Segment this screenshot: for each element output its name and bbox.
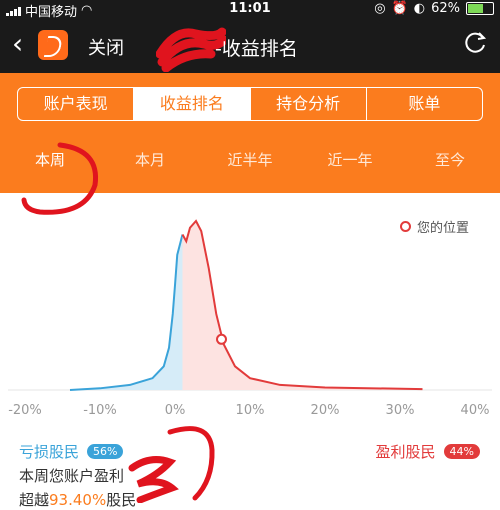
status-right: ◎ ⏰ ◐ 62% — [374, 1, 494, 16]
summary-percent: 93.40% — [49, 491, 107, 509]
tab-holdings-analysis[interactable]: 持仓分析 — [251, 88, 367, 120]
app-logo-icon — [38, 30, 68, 60]
summary-suffix: 股民 — [106, 491, 137, 509]
back-icon[interactable]: ‹ — [12, 30, 23, 58]
legend-label: 您的位置 — [417, 221, 470, 236]
period-one-year[interactable]: 近一年 — [300, 135, 400, 185]
summary-panel: 亏损股民 56% 盈利股民 44% 本周您账户盈利 超越93.40%股民 — [0, 433, 500, 509]
x-tick-label: 30% — [386, 403, 415, 418]
x-tick-label: 40% — [461, 403, 490, 418]
profit-group: 盈利股民 44% — [376, 441, 480, 462]
page-title: -收益排名 — [215, 38, 298, 60]
summary-line-1: 本周您账户盈利 — [19, 467, 125, 485]
x-tick-label: 10% — [236, 403, 265, 418]
loss-badge: 56% — [87, 444, 124, 459]
x-tick-label: -20% — [8, 403, 42, 418]
battery-fill — [468, 4, 483, 13]
tab-profit-ranking[interactable]: 收益排名 — [134, 88, 251, 120]
period-to-date[interactable]: 至今 — [400, 135, 500, 185]
battery-icon — [466, 2, 494, 15]
period-selector: 本周 本月 近半年 近一年 至今 — [0, 135, 500, 185]
segment-tabs: 账户表现 收益排名 持仓分析 账单 — [17, 87, 483, 121]
tab-account-performance[interactable]: 账户表现 — [18, 88, 135, 120]
your-position-marker — [216, 333, 227, 345]
x-tick-label: 20% — [311, 403, 340, 418]
chart-legend: 您的位置 — [400, 217, 469, 236]
series-area-0 — [70, 234, 183, 390]
location-icon: ◎ — [374, 1, 386, 16]
loss-label: 亏损股民 — [19, 443, 80, 461]
x-tick-label: 0% — [165, 403, 186, 418]
close-button[interactable]: 关闭 — [88, 34, 124, 60]
headphones-icon: ◐ — [413, 1, 426, 16]
period-half-year[interactable]: 近半年 — [200, 135, 300, 185]
series-area-1 — [182, 221, 423, 390]
distribution-chart: -20% -10% 0% 10% 20% 30% 40% 您的位置 — [0, 193, 500, 433]
nav-bar: ‹ 关闭 -收益排名 — [0, 18, 500, 73]
battery-percent: 62% — [431, 1, 460, 16]
header-panel: 账户表现 收益排名 持仓分析 账单 本周 本月 近半年 近一年 至今 — [0, 73, 500, 193]
position-marker-icon — [400, 221, 411, 232]
alarm-icon: ⏰ — [391, 1, 408, 16]
loss-group: 亏损股民 56% — [19, 441, 124, 462]
profit-label: 盈利股民 — [375, 443, 436, 461]
summary-line-2: 超越93.40%股民 — [19, 489, 136, 510]
profit-badge: 44% — [443, 444, 480, 459]
period-this-month[interactable]: 本月 — [100, 135, 200, 185]
refresh-icon[interactable] — [462, 30, 488, 56]
period-this-week[interactable]: 本周 — [0, 135, 100, 185]
x-tick-label: -10% — [83, 403, 117, 418]
status-bar: 中国移动 ◠ 11:01 ◎ ⏰ ◐ 62% — [0, 0, 500, 20]
tab-statement[interactable]: 账单 — [367, 88, 482, 120]
summary-prefix: 超越 — [19, 491, 50, 509]
